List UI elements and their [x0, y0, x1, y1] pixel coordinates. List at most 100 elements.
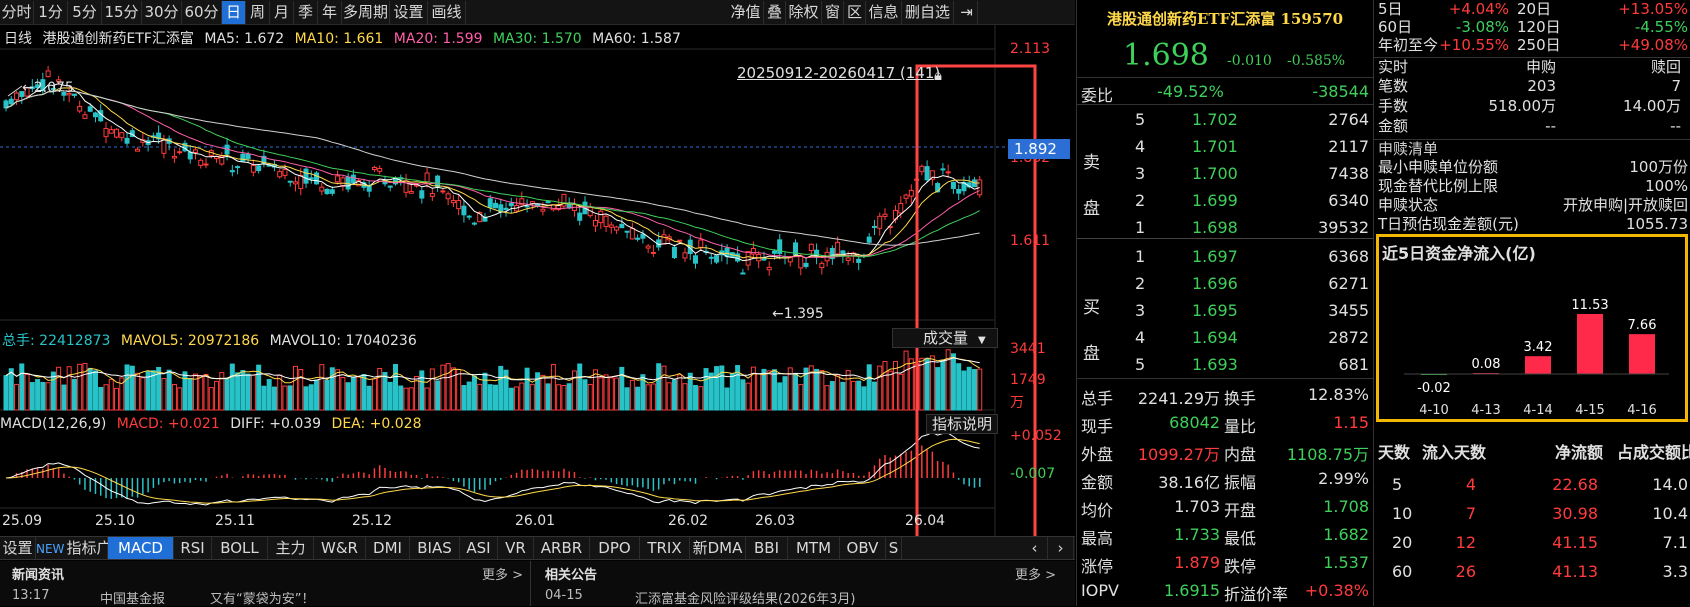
scroll-left-icon[interactable]: ‹ [1022, 537, 1048, 559]
volume-bar [493, 384, 498, 411]
indicator-tab-15[interactable]: BBI [746, 537, 788, 559]
stat-value: 68042 [1169, 413, 1220, 432]
volume-bar [298, 368, 304, 411]
subscribe-detail-value: 100万份 [1629, 158, 1688, 176]
volume-indicator-select[interactable]: 成交量 ▼ [892, 328, 998, 348]
candle-body [503, 207, 509, 211]
indicator-tab-18[interactable]: S [886, 537, 902, 559]
selection-range-label[interactable]: 20250912-20260417 (141) [737, 64, 940, 82]
stat-value: 38.16亿 [1158, 473, 1220, 492]
indicator-tab-2[interactable]: MACD [108, 537, 174, 559]
volume-bar [177, 387, 183, 411]
indicator-tab-9[interactable]: ASI [460, 537, 498, 559]
indicator-tab-16[interactable]: MTM [788, 537, 840, 559]
sells-level-row: 2 1.699 6340 [1077, 186, 1373, 213]
indicator-tab-7[interactable]: DMI [366, 537, 410, 559]
flow-category-label: 4-10 [1419, 403, 1449, 418]
volume-bar [603, 374, 609, 411]
volume-bar [593, 369, 599, 411]
candle-body [466, 215, 472, 218]
volume-bar [866, 364, 872, 411]
stat-label: 最低 [1224, 529, 1257, 548]
ma10-line [5, 87, 980, 259]
date-tick-7: 26.04 [905, 513, 946, 529]
lock-icon[interactable]: 🔒︎ [934, 66, 942, 84]
indicator-tab-label: RSI [180, 539, 205, 557]
indicator-tab-17[interactable]: OBV [840, 537, 886, 559]
subscribe-detail-row: 最小申赎单位份额 100万份 [1374, 158, 1690, 176]
stat-value: 1.682 [1323, 525, 1369, 544]
dropdown-arrow-icon: ▼ [978, 335, 986, 346]
volume-bar [303, 386, 309, 411]
info-panel: 近5日资金净流入(亿) -0.02 4-10 0.08 4-13 3.42 4-14 11.… [1373, 0, 1690, 606]
subscribe-value: -- [1670, 117, 1681, 135]
volume-bar [745, 382, 751, 411]
indicator-tab-10[interactable]: VR [498, 537, 534, 559]
indicator-tab-4[interactable]: BOLL [212, 537, 268, 559]
ma60-value: MA60: 1.587 [592, 31, 681, 47]
flow-ratio: 14.0 [1652, 475, 1688, 494]
price-change-pct: -0.585% [1287, 53, 1346, 69]
stat-value: 1.733 [1174, 525, 1220, 544]
indicator-tab-8[interactable]: BIAS [410, 537, 460, 559]
buys-level: 3 [1135, 301, 1146, 320]
indicator-help-button[interactable]: 指标说明 [926, 414, 998, 434]
stat-label: 振幅 [1224, 473, 1257, 492]
stat-value: 1099.27万 [1137, 445, 1220, 464]
candle-body [114, 128, 120, 138]
indicator-tab-0[interactable]: 设置 [0, 537, 36, 559]
stat-value: 1.6915 [1164, 581, 1220, 600]
date-tick-6: 26.03 [755, 513, 796, 529]
sells-level-row: 1 1.698 39532 [1077, 213, 1373, 240]
indicator-tab-12[interactable]: DPO [590, 537, 640, 559]
volume-bar [382, 372, 388, 411]
flow-table-header-cell: 占成交额比 [1616, 443, 1690, 462]
candle-body [629, 228, 635, 240]
volume-bar [940, 359, 946, 411]
indicator-tab-3[interactable]: RSI [174, 537, 212, 559]
ma30-value: MA30: 1.570 [492, 31, 582, 47]
news-more-link[interactable]: 更多 > [482, 564, 523, 583]
volume-bar [561, 385, 567, 411]
weibi-label: 委比 [1081, 86, 1114, 105]
volume-bar [419, 370, 425, 411]
candle-body [903, 194, 909, 199]
volume-bar [108, 378, 114, 411]
indicator-tab-14[interactable]: 新DMA [690, 537, 746, 559]
mavol10-value: MAVOL10: 17040236 [269, 333, 417, 349]
announce-headline[interactable]: 汇添富基金风险评级结果(2026年3月) [635, 588, 856, 607]
volume-bar [861, 386, 867, 411]
subscribe-detail-label: T日预估现金差额(元) [1378, 215, 1519, 233]
volume-bar [714, 366, 720, 411]
candle-body [377, 168, 383, 172]
volume-bar [319, 364, 325, 411]
volume-bar [835, 374, 841, 411]
indicator-tab-label: MTM [795, 539, 832, 557]
candle-body [198, 159, 204, 166]
indicator-tab-5[interactable]: 主力 [268, 537, 314, 559]
perf-row: 年初至今 +10.55% 250日 +49.08% [1374, 36, 1690, 54]
scroll-right-icon[interactable]: › [1048, 537, 1074, 559]
volume-bar [598, 377, 604, 411]
candle-body [745, 251, 751, 266]
volume-bar [766, 370, 772, 411]
volume-indicator-label: 成交量 [923, 329, 969, 347]
flow-category-label: 4-13 [1471, 403, 1501, 418]
indicator-tab-11[interactable]: ARBR [534, 537, 590, 559]
indicator-tab-1[interactable]: NEW 指标广场 [36, 537, 126, 559]
ma5-line [5, 83, 980, 262]
buys-level-row: 5 1.693 681 [1077, 350, 1373, 377]
indicator-tab-6[interactable]: W&R [314, 537, 366, 559]
dea-line [5, 438, 980, 504]
buys-price: 1.693 [1192, 355, 1238, 374]
volume-bar [935, 367, 941, 411]
sells-level: 5 [1135, 110, 1146, 129]
flow-net-amount: 22.68 [1552, 475, 1598, 494]
indicator-tab-13[interactable]: TRIX [640, 537, 690, 559]
news-headline[interactable]: 又有“蒙袋为安”！ [210, 588, 314, 607]
candle-body [461, 205, 467, 216]
volume-bar [377, 367, 383, 411]
candle-body [435, 175, 441, 188]
announce-more-link[interactable]: 更多 > [1015, 564, 1056, 583]
subscribe-header: 实时 申购 赎回 [1374, 57, 1690, 76]
